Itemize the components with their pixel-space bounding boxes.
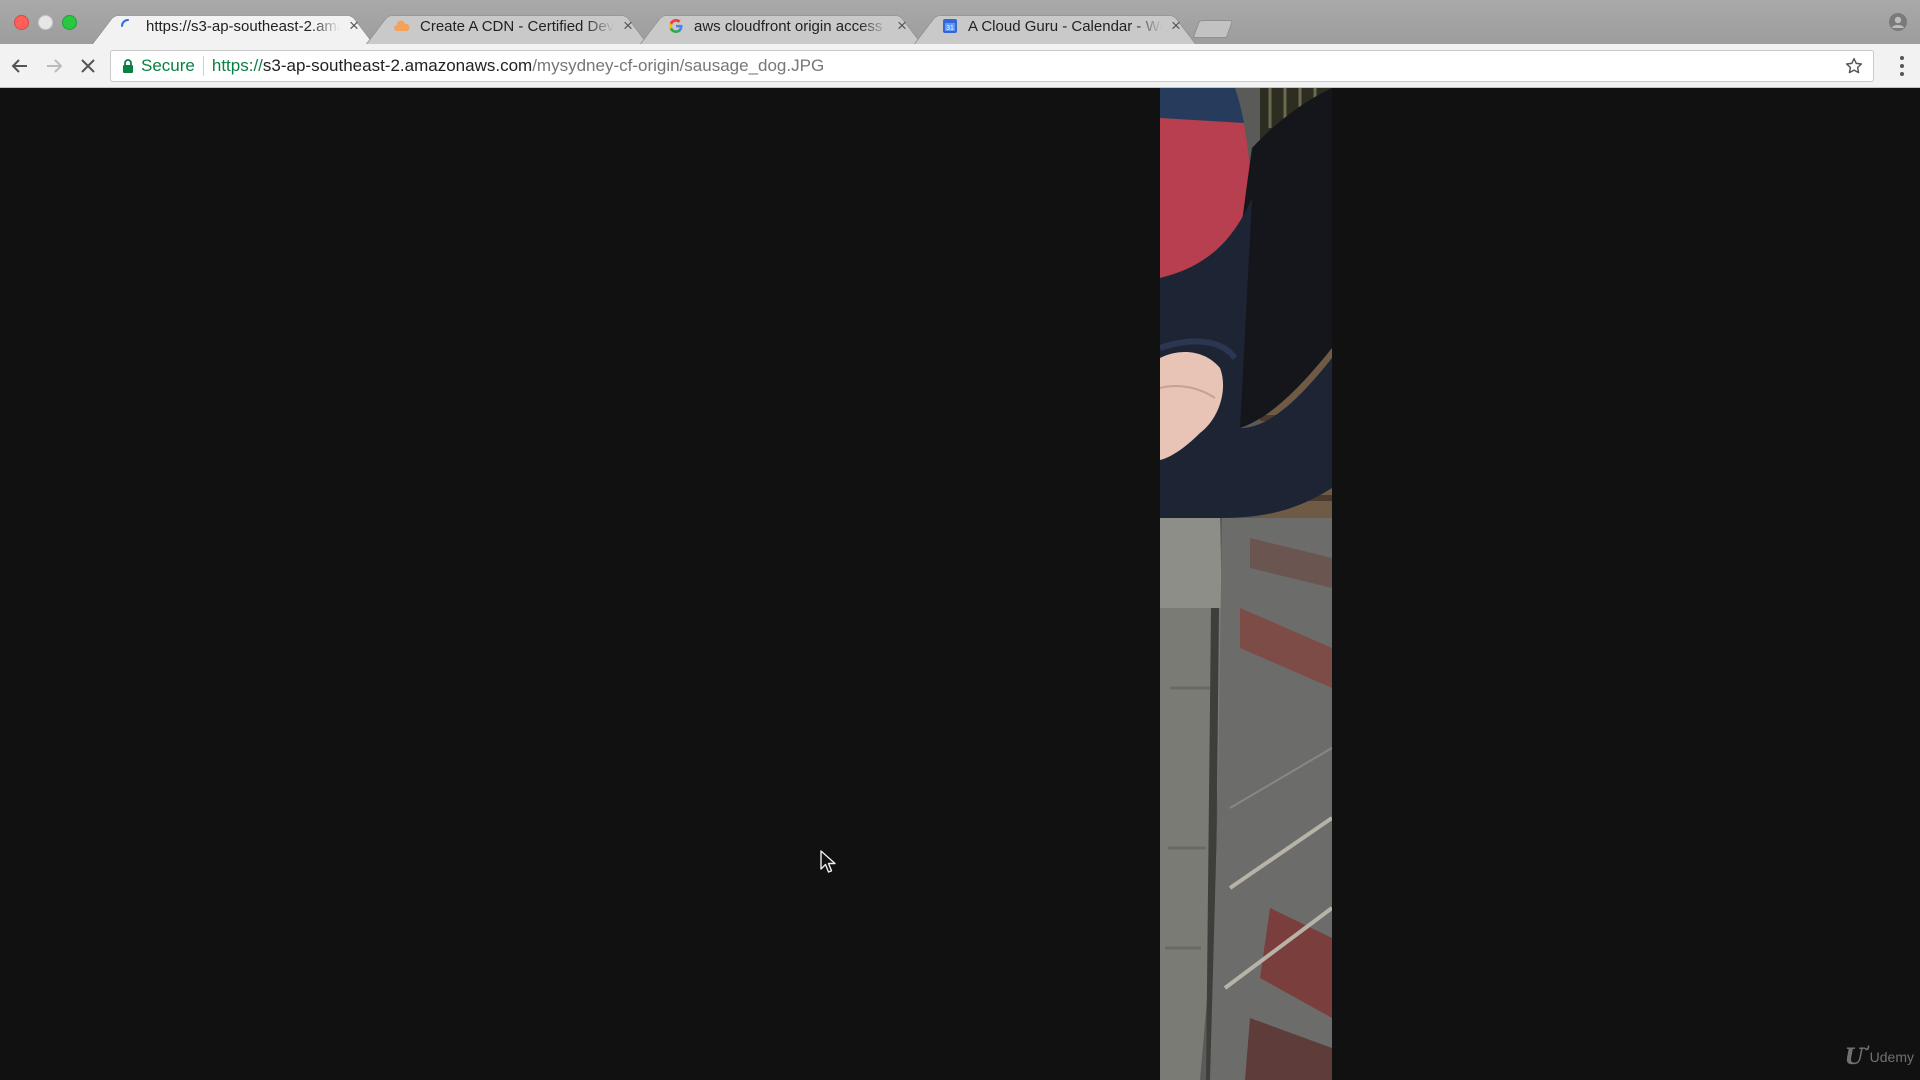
close-icon: [81, 59, 95, 73]
secure-label: Secure: [141, 56, 195, 75]
stop-loading-button[interactable]: [76, 54, 100, 78]
url-host: s3-ap-southeast-2.amazonaws.com: [262, 56, 533, 75]
browser-toolbar: Secure https://s3-ap-southeast-2.amazona…: [0, 44, 1920, 88]
tab-close-icon[interactable]: ×: [620, 16, 636, 36]
watermark-text: Udemy: [1869, 1049, 1914, 1065]
window-minimize-button[interactable]: [38, 15, 53, 30]
page-viewport: Ư Udemy: [0, 88, 1920, 1080]
window-close-button[interactable]: [14, 15, 29, 30]
calendar-icon: 31: [942, 18, 958, 34]
udemy-watermark: Ư Udemy: [1844, 1044, 1914, 1070]
profile-icon[interactable]: [1888, 12, 1908, 32]
google-icon: [668, 18, 684, 34]
forward-arrow-icon: [47, 59, 63, 73]
bookmark-star-icon[interactable]: [1845, 57, 1863, 75]
address-bar[interactable]: Secure https://s3-ap-southeast-2.amazona…: [110, 50, 1874, 82]
back-button[interactable]: [8, 54, 32, 78]
tab-title: https://s3-ap-southeast-2.amazonaws.com/…: [146, 17, 340, 35]
tab-close-icon[interactable]: ×: [894, 16, 910, 36]
mouse-cursor-icon: [820, 850, 836, 873]
tab-create-cdn[interactable]: Create A CDN - Certified Developer ×: [366, 8, 648, 44]
lock-icon: [123, 59, 133, 73]
browser-menu-icon[interactable]: [1900, 56, 1904, 76]
udemy-logo: Ư: [1844, 1044, 1864, 1070]
tab-strip: https://s3-ap-southeast-2.amazonaws.com/…: [0, 0, 1920, 44]
url-path: /mysydney-cf-origin/sausage_dog.JPG: [532, 56, 825, 75]
url-text[interactable]: https://s3-ap-southeast-2.amazonaws.com/…: [212, 56, 824, 76]
back-arrow-icon: [11, 59, 27, 73]
loading-spinner-icon: [120, 18, 136, 34]
svg-text:31: 31: [946, 25, 954, 32]
tab-s3-image[interactable]: https://s3-ap-southeast-2.amazonaws.com/…: [92, 8, 374, 44]
tab-google-search[interactable]: aws cloudfront origin access identity ×: [640, 8, 922, 44]
tab-title: A Cloud Guru - Calendar - Week: [968, 17, 1162, 35]
cloud-icon: [394, 18, 410, 34]
tab-close-icon[interactable]: ×: [346, 16, 362, 36]
tab-title: Create A CDN - Certified Developer: [420, 17, 614, 35]
sausage-dog-photo: [1160, 88, 1332, 1080]
new-tab-button[interactable]: [1192, 20, 1234, 38]
forward-button[interactable]: [42, 54, 66, 78]
address-separator: [202, 56, 204, 76]
tab-close-icon[interactable]: ×: [1168, 16, 1184, 36]
tab-calendar[interactable]: 31 A Cloud Guru - Calendar - Week ×: [914, 8, 1196, 44]
url-scheme: https://: [211, 56, 263, 75]
window-maximize-button[interactable]: [62, 15, 77, 30]
tab-title: aws cloudfront origin access identity: [694, 17, 888, 35]
